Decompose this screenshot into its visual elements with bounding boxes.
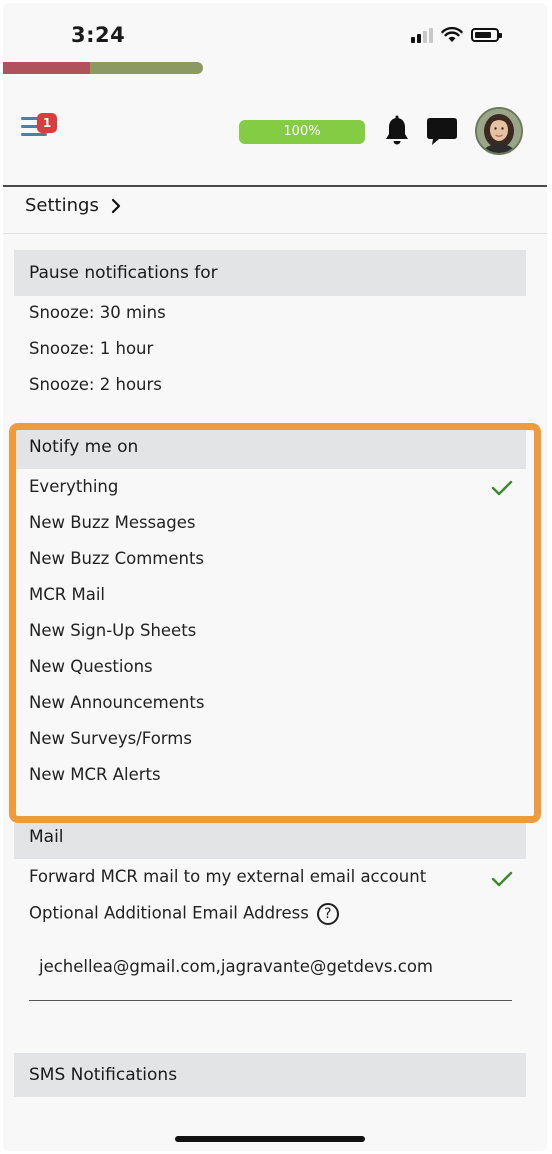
snooze-option[interactable]: Snooze: 30 mins [29,303,166,322]
menu-button[interactable]: 1 [21,113,57,141]
help-icon[interactable]: ? [316,903,339,925]
notify-section-title: Notify me on [29,437,139,457]
signal-icon [411,27,433,43]
menu-badge: 1 [37,113,57,133]
notify-option[interactable]: New Sign-Up Sheets [29,621,196,640]
notify-option[interactable]: New Questions [29,657,153,676]
chat-icon[interactable] [426,115,458,147]
status-icons [411,27,502,43]
notify-section-header: Notify me on [14,427,526,469]
chevron-right-icon [111,198,120,213]
notify-option-everything[interactable]: Everything [29,477,118,496]
menu-icon-bar [21,133,47,136]
forward-mail-option[interactable]: Forward MCR mail to my external email ac… [29,867,426,886]
progress-strip [3,62,203,74]
notify-option[interactable]: New Buzz Comments [29,549,204,568]
home-bar-area [3,1111,547,1151]
notify-option[interactable]: New Surveys/Forms [29,729,192,748]
optional-email-label: Optional Additional Email Address? [29,903,339,925]
breadcrumb-divider [3,233,547,234]
check-icon [491,871,513,887]
wifi-icon [441,27,463,42]
mail-section-header: Mail [14,823,526,859]
pause-section-header: Pause notifications for [14,250,526,296]
sms-section-header: SMS Notifications [14,1053,526,1097]
breadcrumb[interactable]: Settings [25,195,121,216]
progress-pill: 100% [239,120,365,144]
progress-segment-red [3,62,90,74]
home-indicator[interactable] [175,1136,365,1142]
bell-icon[interactable] [383,115,411,147]
sms-section-title: SMS Notifications [29,1065,178,1085]
notify-option[interactable]: New MCR Alerts [29,765,161,784]
breadcrumb-label: Settings [25,195,99,216]
status-time: 3:24 [71,23,126,47]
app-frame: 3:24 1 100% Settings Pause notifications… [3,3,547,1151]
additional-email-field[interactable]: jechellea@gmail.com,jagravante@getdevs.c… [29,939,512,1001]
pause-section-title: Pause notifications for [29,263,218,283]
battery-icon [471,28,502,42]
notify-option[interactable]: New Buzz Messages [29,513,196,532]
optional-email-text: Optional Additional Email Address [29,903,309,923]
check-icon [491,480,513,496]
avatar[interactable] [475,107,523,155]
app-header: 1 100% [3,75,547,187]
avatar-image [477,109,521,153]
snooze-option[interactable]: Snooze: 1 hour [29,339,153,358]
progress-segment-green [90,62,203,74]
notify-option[interactable]: New Announcements [29,693,204,712]
status-bar: 3:24 [3,3,547,65]
mail-section-title: Mail [29,827,64,847]
snooze-option[interactable]: Snooze: 2 hours [29,375,162,394]
notify-option[interactable]: MCR Mail [29,585,105,604]
